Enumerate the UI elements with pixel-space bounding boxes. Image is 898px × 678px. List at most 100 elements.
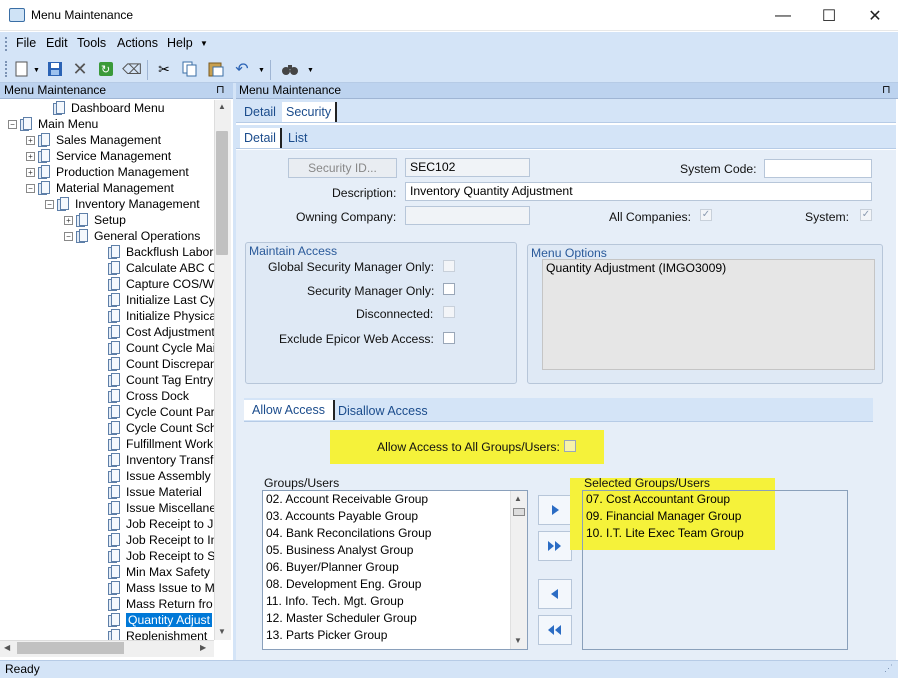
tree-item[interactable]: + Service Management bbox=[26, 148, 171, 164]
menubar-overflow-icon[interactable]: ▼ bbox=[200, 39, 208, 48]
move-left-button[interactable] bbox=[538, 579, 572, 609]
system-checkbox[interactable]: ✓ bbox=[860, 209, 872, 221]
tab-allow-access[interactable]: Allow Access bbox=[244, 400, 335, 420]
copy-icon[interactable] bbox=[180, 59, 200, 79]
save-icon[interactable] bbox=[45, 59, 65, 79]
tree-item[interactable]: Job Receipt to J bbox=[96, 516, 213, 532]
tree-item[interactable]: Min Max Safety bbox=[96, 564, 210, 580]
tree-horizontal-scroll-thumb[interactable] bbox=[17, 642, 124, 654]
tree-item[interactable]: Cost Adjustment bbox=[96, 324, 214, 340]
tree-item[interactable]: Quantity Adjust bbox=[96, 612, 212, 628]
scroll-left-icon[interactable]: ◀ bbox=[4, 643, 10, 652]
security-manager-checkbox[interactable] bbox=[443, 283, 455, 295]
tree-item[interactable]: Count Discrepan bbox=[96, 356, 214, 372]
tree-item[interactable]: Mass Return fro bbox=[96, 596, 213, 612]
subtab-detail[interactable]: Detail bbox=[240, 128, 282, 148]
tree-item[interactable]: Job Receipt to S bbox=[96, 548, 214, 564]
tree-item[interactable]: Capture COS/WI bbox=[96, 276, 214, 292]
description-field[interactable]: Inventory Quantity Adjustment bbox=[405, 182, 872, 201]
groups-scroll-thumb[interactable] bbox=[513, 508, 525, 516]
tree-item[interactable]: Job Receipt to In bbox=[96, 532, 214, 548]
scroll-up-icon[interactable]: ▲ bbox=[218, 102, 226, 111]
undo-dropdown-icon[interactable]: ▼ bbox=[258, 67, 265, 74]
selected-groups-list[interactable]: 07. Cost Accountant Group 09. Financial M… bbox=[582, 490, 848, 650]
selected-group-item[interactable]: 09. Financial Manager Group bbox=[586, 509, 741, 526]
group-list-item[interactable]: 05. Business Analyst Group bbox=[266, 543, 413, 560]
system-code-field[interactable] bbox=[764, 159, 872, 178]
tree-item[interactable]: Issue Assembly bbox=[96, 468, 211, 484]
tree-item[interactable]: + Setup bbox=[64, 212, 126, 228]
new-icon[interactable] bbox=[12, 59, 32, 79]
group-list-item[interactable]: 11. Info. Tech. Mgt. Group bbox=[266, 594, 404, 611]
tree-item[interactable]: Initialize Last Cy bbox=[96, 292, 214, 308]
expand-icon[interactable]: + bbox=[26, 135, 35, 145]
tree-item[interactable]: Calculate ABC C bbox=[96, 260, 214, 276]
tree-item[interactable]: Cycle Count Par bbox=[96, 404, 214, 420]
tree-item[interactable]: Fulfillment Work bbox=[96, 436, 213, 452]
collapse-icon[interactable]: − bbox=[26, 183, 35, 193]
tree-item[interactable]: Dashboard Menu bbox=[41, 100, 165, 116]
selected-group-item[interactable]: 10. I.T. Lite Exec Team Group bbox=[586, 526, 744, 543]
tree-item[interactable]: Mass Issue to Mf bbox=[96, 580, 214, 596]
expand-icon[interactable]: + bbox=[26, 151, 35, 161]
group-list-item[interactable]: 06. Buyer/Planner Group bbox=[266, 560, 399, 577]
tree-item[interactable]: Issue Miscellane bbox=[96, 500, 214, 516]
expand-icon[interactable]: + bbox=[26, 167, 35, 177]
tree-item[interactable]: − Inventory Management bbox=[45, 196, 200, 212]
expand-icon[interactable]: + bbox=[64, 215, 73, 225]
tree-item[interactable]: Cross Dock bbox=[96, 388, 189, 404]
scroll-right-icon[interactable]: ▶ bbox=[200, 643, 206, 652]
tree-item[interactable]: Cycle Count Sch bbox=[96, 420, 214, 436]
all-companies-checkbox[interactable]: ✓ bbox=[700, 209, 712, 221]
tree-vertical-scroll-thumb[interactable] bbox=[216, 131, 228, 255]
menu-options-field[interactable]: Quantity Adjustment (IMGO3009) bbox=[542, 259, 875, 370]
security-id-field[interactable]: SEC102 bbox=[405, 158, 530, 177]
delete-icon[interactable]: ✕ bbox=[70, 59, 90, 79]
scroll-up-icon[interactable]: ▲ bbox=[514, 494, 522, 503]
search-dropdown-icon[interactable]: ▼ bbox=[307, 67, 314, 74]
refresh-icon[interactable]: ↻ bbox=[96, 59, 116, 79]
menu-help[interactable]: Help bbox=[167, 36, 193, 50]
disconnected-checkbox[interactable] bbox=[443, 306, 455, 318]
pin-icon[interactable]: ⊓ bbox=[216, 83, 225, 96]
close-button[interactable]: ✕ bbox=[852, 0, 898, 31]
scroll-down-icon[interactable]: ▼ bbox=[514, 636, 522, 645]
tree-item[interactable]: Initialize Physica bbox=[96, 308, 214, 324]
groups-scrollbar[interactable]: ▲ ▼ bbox=[510, 491, 527, 649]
tab-disallow-access[interactable]: Disallow Access bbox=[334, 401, 432, 421]
menu-actions[interactable]: Actions bbox=[117, 36, 158, 50]
tree-item[interactable]: Backflush Labor bbox=[96, 244, 213, 260]
tree-item[interactable]: Replenishment bbox=[96, 628, 207, 640]
binoculars-icon[interactable] bbox=[280, 59, 300, 79]
selected-group-item[interactable]: 07. Cost Accountant Group bbox=[586, 492, 730, 509]
scroll-down-icon[interactable]: ▼ bbox=[218, 627, 226, 636]
group-list-item[interactable]: 13. Parts Picker Group bbox=[266, 628, 387, 645]
exclude-web-access-checkbox[interactable] bbox=[443, 332, 455, 344]
tree-item[interactable]: − Main Menu bbox=[8, 116, 98, 132]
tree-item[interactable]: + Production Management bbox=[26, 164, 189, 180]
tree-item[interactable]: Inventory Transf bbox=[96, 452, 213, 468]
group-list-item[interactable]: 04. Bank Reconcilations Group bbox=[266, 526, 431, 543]
clear-icon[interactable]: ⌫ bbox=[122, 59, 142, 79]
collapse-icon[interactable]: − bbox=[64, 231, 73, 241]
menu-file[interactable]: File bbox=[16, 36, 36, 50]
allow-all-checkbox[interactable] bbox=[564, 440, 576, 452]
tab-security[interactable]: Security bbox=[282, 102, 338, 122]
cut-icon[interactable]: ✂ bbox=[154, 59, 174, 79]
tree-item[interactable]: Count Cycle Mai bbox=[96, 340, 214, 356]
tree-item[interactable]: Issue Material bbox=[96, 484, 202, 500]
group-list-item[interactable]: 02. Account Receivable Group bbox=[266, 492, 428, 509]
paste-icon[interactable] bbox=[206, 59, 226, 79]
groups-users-list[interactable]: 02. Account Receivable Group 03. Accounts… bbox=[262, 490, 528, 650]
pin-icon[interactable]: ⊓ bbox=[882, 83, 891, 96]
new-dropdown-icon[interactable]: ▼ bbox=[33, 67, 40, 74]
resize-grip-icon[interactable]: ⋰ bbox=[884, 663, 893, 674]
maximize-button[interactable]: ☐ bbox=[806, 0, 852, 31]
group-list-item[interactable]: 03. Accounts Payable Group bbox=[266, 509, 418, 526]
move-all-left-button[interactable] bbox=[538, 615, 572, 645]
menu-tree[interactable]: Dashboard Menu − Main Menu + Sales Managemen… bbox=[0, 100, 214, 640]
global-security-manager-checkbox[interactable] bbox=[443, 260, 455, 272]
menu-tools[interactable]: Tools bbox=[77, 36, 106, 50]
collapse-icon[interactable]: − bbox=[45, 199, 54, 209]
tree-item[interactable]: + Sales Management bbox=[26, 132, 161, 148]
